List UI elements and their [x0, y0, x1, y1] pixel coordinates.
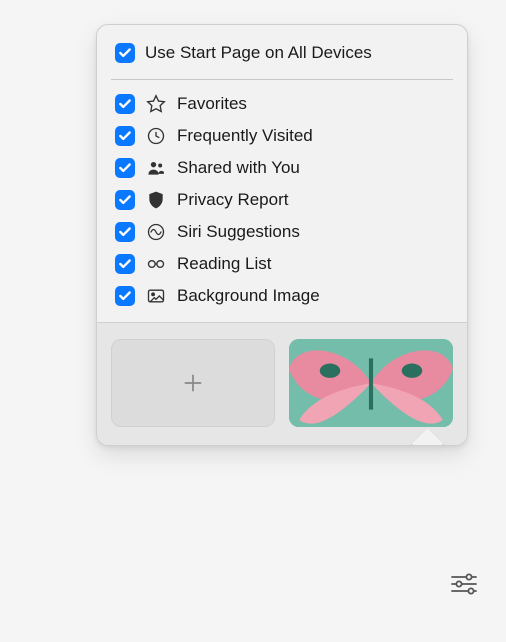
- people-icon: [145, 157, 167, 179]
- option-frequently-visited[interactable]: Frequently Visited: [115, 120, 451, 152]
- option-label: Favorites: [177, 94, 247, 114]
- option-privacy-report[interactable]: Privacy Report: [115, 184, 451, 216]
- image-icon: [145, 285, 167, 307]
- option-favorites[interactable]: Favorites: [115, 88, 451, 120]
- option-reading-list[interactable]: Reading List: [115, 248, 451, 280]
- option-label: Reading List: [177, 254, 272, 274]
- star-icon: [145, 93, 167, 115]
- option-label: Shared with You: [177, 158, 300, 178]
- checkbox-favorites[interactable]: [115, 94, 135, 114]
- siri-icon: [145, 221, 167, 243]
- use-start-page-all-devices-row[interactable]: Use Start Page on All Devices: [115, 39, 451, 67]
- customize-start-page-button[interactable]: [444, 564, 484, 604]
- option-label: Background Image: [177, 286, 320, 306]
- option-label: Frequently Visited: [177, 126, 313, 146]
- option-siri-suggestions[interactable]: Siri Suggestions: [115, 216, 451, 248]
- option-label: Siri Suggestions: [177, 222, 300, 242]
- checkbox-privacy-report[interactable]: [115, 190, 135, 210]
- clock-icon: [145, 125, 167, 147]
- use-start-page-label: Use Start Page on All Devices: [145, 43, 372, 63]
- checkbox-siri-suggestions[interactable]: [115, 222, 135, 242]
- background-thumbnail-butterfly[interactable]: [289, 339, 453, 427]
- checkbox-use-start-page[interactable]: [115, 43, 135, 63]
- background-image-thumbnails: [97, 322, 467, 445]
- add-background-button[interactable]: [111, 339, 275, 427]
- option-background-image[interactable]: Background Image: [115, 280, 451, 312]
- divider: [111, 79, 453, 80]
- checkbox-shared-with-you[interactable]: [115, 158, 135, 178]
- glasses-icon: [145, 253, 167, 275]
- checkbox-frequently-visited[interactable]: [115, 126, 135, 146]
- option-label: Privacy Report: [177, 190, 288, 210]
- start-page-options-list: Favorites Frequently Visited Shared wi: [97, 86, 467, 322]
- start-page-customize-popover: Use Start Page on All Devices Favorites: [96, 24, 468, 446]
- shield-icon: [145, 189, 167, 211]
- checkbox-background-image[interactable]: [115, 286, 135, 306]
- option-shared-with-you[interactable]: Shared with You: [115, 152, 451, 184]
- checkbox-reading-list[interactable]: [115, 254, 135, 274]
